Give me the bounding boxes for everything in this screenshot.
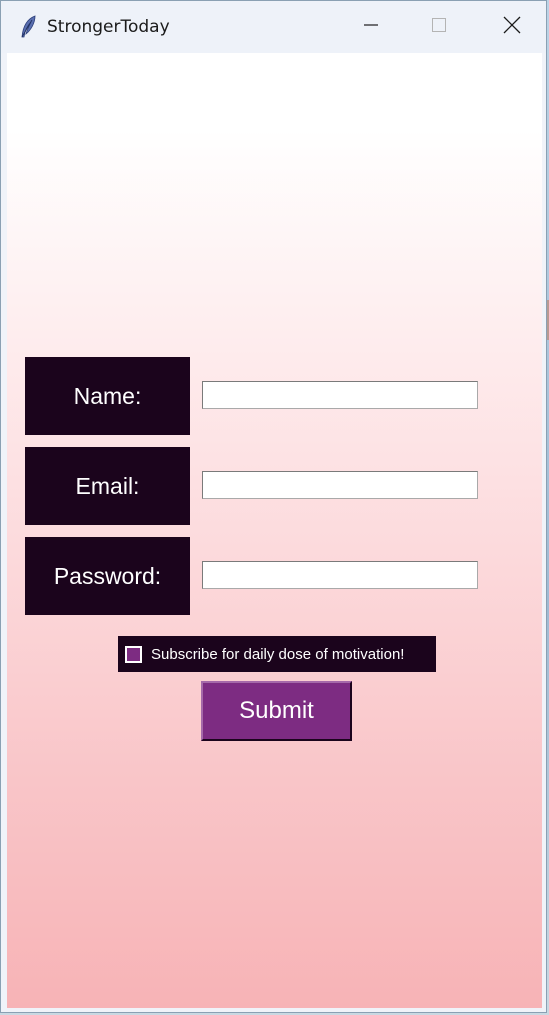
subscribe-label: Subscribe for daily dose of motivation! bbox=[151, 645, 405, 663]
email-label: Email: bbox=[25, 447, 190, 525]
password-field[interactable] bbox=[202, 561, 478, 589]
app-window: StrongerToday Name: Email: Password: Sub… bbox=[0, 0, 547, 1013]
maximize-icon bbox=[431, 17, 447, 38]
close-button[interactable] bbox=[478, 1, 546, 53]
maximize-button[interactable] bbox=[405, 1, 473, 53]
minimize-button[interactable] bbox=[337, 1, 405, 53]
window-title: StrongerToday bbox=[47, 17, 170, 37]
submit-button[interactable]: Submit bbox=[201, 681, 352, 741]
subscribe-checkbox[interactable]: Subscribe for daily dose of motivation! bbox=[118, 636, 436, 672]
minimize-icon bbox=[363, 17, 379, 38]
close-icon bbox=[503, 16, 521, 39]
checkbox-box[interactable] bbox=[125, 645, 142, 663]
title-bar[interactable]: StrongerToday bbox=[1, 1, 546, 53]
name-field[interactable] bbox=[202, 381, 478, 409]
email-field[interactable] bbox=[202, 471, 478, 499]
feather-icon bbox=[19, 15, 39, 39]
name-label: Name: bbox=[25, 357, 190, 435]
password-label: Password: bbox=[25, 537, 190, 615]
form-area: Name: Email: Password: Subscribe for dai… bbox=[7, 53, 542, 1008]
